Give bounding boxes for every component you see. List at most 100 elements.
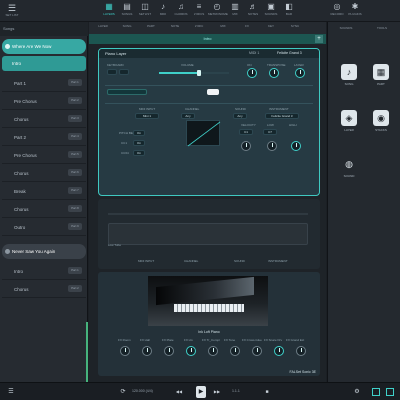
next-button[interactable]: ▶▶ <box>210 386 224 398</box>
toolbar-midi-button[interactable]: ♪ MIDI <box>154 2 172 20</box>
toolbar-setlist-label: SETLIST <box>138 12 152 16</box>
toolbar-sounds-button[interactable]: ▣ SOUNDS <box>262 2 280 20</box>
fx-knob[interactable] <box>296 346 306 356</box>
part-item[interactable]: Chorus Part 2 <box>2 280 86 298</box>
part-item[interactable]: Break Part 7 <box>2 182 86 200</box>
second-layer-range[interactable] <box>108 213 308 215</box>
subtab-part[interactable]: PART <box>143 24 159 32</box>
part-item[interactable]: Chorus Part 8 <box>2 200 86 218</box>
layer-knob[interactable] <box>295 68 305 78</box>
subtab-song[interactable]: SONG <box>119 24 135 32</box>
part-item[interactable]: Chorus Part 3 <box>2 110 86 128</box>
toolbar-notes-button[interactable]: ♬ NOTES <box>244 2 262 20</box>
subtab-mix[interactable]: MIX <box>215 24 231 32</box>
velocity-knob[interactable] <box>241 141 251 151</box>
part-item[interactable]: Outro Part 9 <box>2 218 86 236</box>
fx-knob[interactable] <box>230 346 240 356</box>
part-tool[interactable]: ▦ PART <box>370 64 392 92</box>
toolbar-setlist-button[interactable]: ◫ SETLIST <box>136 2 154 20</box>
sound-label: SOUND <box>235 107 246 111</box>
toolbar-record-button[interactable]: ◎ RECORD <box>328 2 346 20</box>
set-list-button[interactable]: ☰ SET LIST <box>4 3 20 19</box>
tempo-display[interactable]: 120.000 (4/4) <box>132 389 153 393</box>
song-item-where-are-we-now[interactable]: Where Are We Now <box>2 39 86 54</box>
toolbar-layers-button[interactable]: ▦ LAYERS <box>100 2 118 20</box>
part-item[interactable]: Chorus Part 6 <box>2 164 86 182</box>
toolbar-bar-button[interactable]: ◧ BAR <box>280 2 298 20</box>
subtab-fx[interactable]: FX <box>239 24 255 32</box>
prev-button[interactable]: ◀◀ <box>172 386 186 398</box>
sound-select[interactable]: Any <box>233 113 247 119</box>
sidebar-header: Songs <box>0 22 88 36</box>
subtab-lyric[interactable]: LYRIC <box>191 24 207 32</box>
keyboard-map[interactable] <box>108 223 308 245</box>
piano-instrument-panel[interactable]: Ink Loft Piano FX Room FX Hall FX Plate … <box>98 272 320 376</box>
menu-icon[interactable]: ☰ <box>6 386 16 398</box>
toolbar-mix-button[interactable]: ▥ MIX <box>226 2 244 20</box>
fx-knob[interactable] <box>164 346 174 356</box>
toolbar-chords-button[interactable]: ♫ CHORDS <box>172 2 190 20</box>
stacks-icon: ◉ <box>373 110 389 126</box>
channel-label: CHANNEL <box>185 107 200 111</box>
toolbar-songs-button[interactable]: ▤ SONGS <box>118 2 136 20</box>
fx-knob[interactable] <box>208 346 218 356</box>
cc1-toggle[interactable]: On <box>133 140 145 146</box>
keyboard-toggle[interactable] <box>107 69 117 75</box>
settings-icon[interactable]: ⚙ <box>352 386 362 398</box>
play-button[interactable]: ▶ <box>196 386 206 398</box>
instrument-select[interactable]: Felicite Grand 3 <box>265 113 299 119</box>
view-toggle-icon[interactable] <box>372 388 380 396</box>
song-tool[interactable]: ♪ SONG <box>338 64 360 92</box>
part-item[interactable]: Pre Chorus Part 2 <box>2 92 86 110</box>
keyboard-toggle-2[interactable] <box>119 69 129 75</box>
velocity-min[interactable]: C1 <box>239 129 253 135</box>
subtab-layer[interactable]: LAYER <box>95 24 111 32</box>
channel-select[interactable]: Any <box>181 113 195 119</box>
view-toggle-icon-2[interactable] <box>386 388 394 396</box>
part-item-intro-selected[interactable]: Intro <box>2 56 86 71</box>
split-marker[interactable] <box>207 89 219 95</box>
subtab-sync[interactable]: SYNC <box>287 24 303 32</box>
subtab-note[interactable]: NOTE <box>167 24 183 32</box>
fx-knob[interactable] <box>252 346 262 356</box>
low-knob[interactable] <box>267 141 277 151</box>
part-name: Part 1 <box>14 81 27 86</box>
part-name: Chorus <box>14 171 29 176</box>
keyboard-range-bar[interactable] <box>107 89 147 95</box>
fx-knob[interactable] <box>142 346 152 356</box>
on-knob[interactable] <box>247 68 257 78</box>
velocity-curve-graph[interactable] <box>186 120 221 147</box>
stacks-tool[interactable]: ◉ STACKS <box>370 110 392 138</box>
high-knob[interactable] <box>291 141 301 151</box>
velocity-max[interactable]: C7 <box>263 129 277 135</box>
fx-knob[interactable] <box>186 346 196 356</box>
add-layer-button[interactable]: + <box>315 35 323 43</box>
tab-tools[interactable]: TOOLS <box>364 22 400 34</box>
cc64-toggle[interactable]: On <box>133 150 145 156</box>
sidebar-scrollbar[interactable] <box>86 322 88 382</box>
part-item[interactable]: Pre Chorus Part 5 <box>2 146 86 164</box>
fx-knob[interactable] <box>120 346 130 356</box>
fx-knob[interactable] <box>274 346 284 356</box>
toolbar-metronome-label: METRONOME <box>208 12 228 16</box>
part-item[interactable]: Part 2 Part 4 <box>2 128 86 146</box>
loop-button[interactable]: ⟳ <box>118 386 128 398</box>
pitch-bend-toggle[interactable]: On <box>133 130 145 136</box>
volume-slider[interactable] <box>159 70 229 76</box>
toolbar-metronome-button[interactable]: ◴ METRONOME <box>208 2 228 20</box>
sound-tool[interactable]: ◍ SOUND <box>338 156 360 184</box>
song-item-never-saw-you-again[interactable]: Never Saw You Again <box>2 244 86 259</box>
toolbar-sounds-label: SOUNDS <box>264 12 278 16</box>
toolbar-plugins-button[interactable]: ✱ PLUGINS <box>346 2 364 20</box>
midi-input-select[interactable]: Mini 1 <box>135 113 159 119</box>
instrument-layer-panel[interactable]: Piano Layer MIDI 1 Felicite Grand 3 KEYB… <box>98 48 320 196</box>
layer-tool[interactable]: ◈ LAYER <box>338 110 360 138</box>
part-item[interactable]: Part 1 Part 1 <box>2 74 86 92</box>
second-layer-panel[interactable]: Low Tube MIDI INPUT CHANNEL SOUND INSTRU… <box>98 199 320 269</box>
part-item[interactable]: Intro Part 1 <box>2 262 86 280</box>
tab-sounds[interactable]: SOUNDS <box>328 22 364 34</box>
subtab-key[interactable]: KEY <box>263 24 279 32</box>
toolbar-lyrics-button[interactable]: ≡ LYRICS <box>190 2 208 20</box>
stop-button[interactable]: ■ <box>262 386 272 398</box>
transpose-knob[interactable] <box>269 68 279 78</box>
